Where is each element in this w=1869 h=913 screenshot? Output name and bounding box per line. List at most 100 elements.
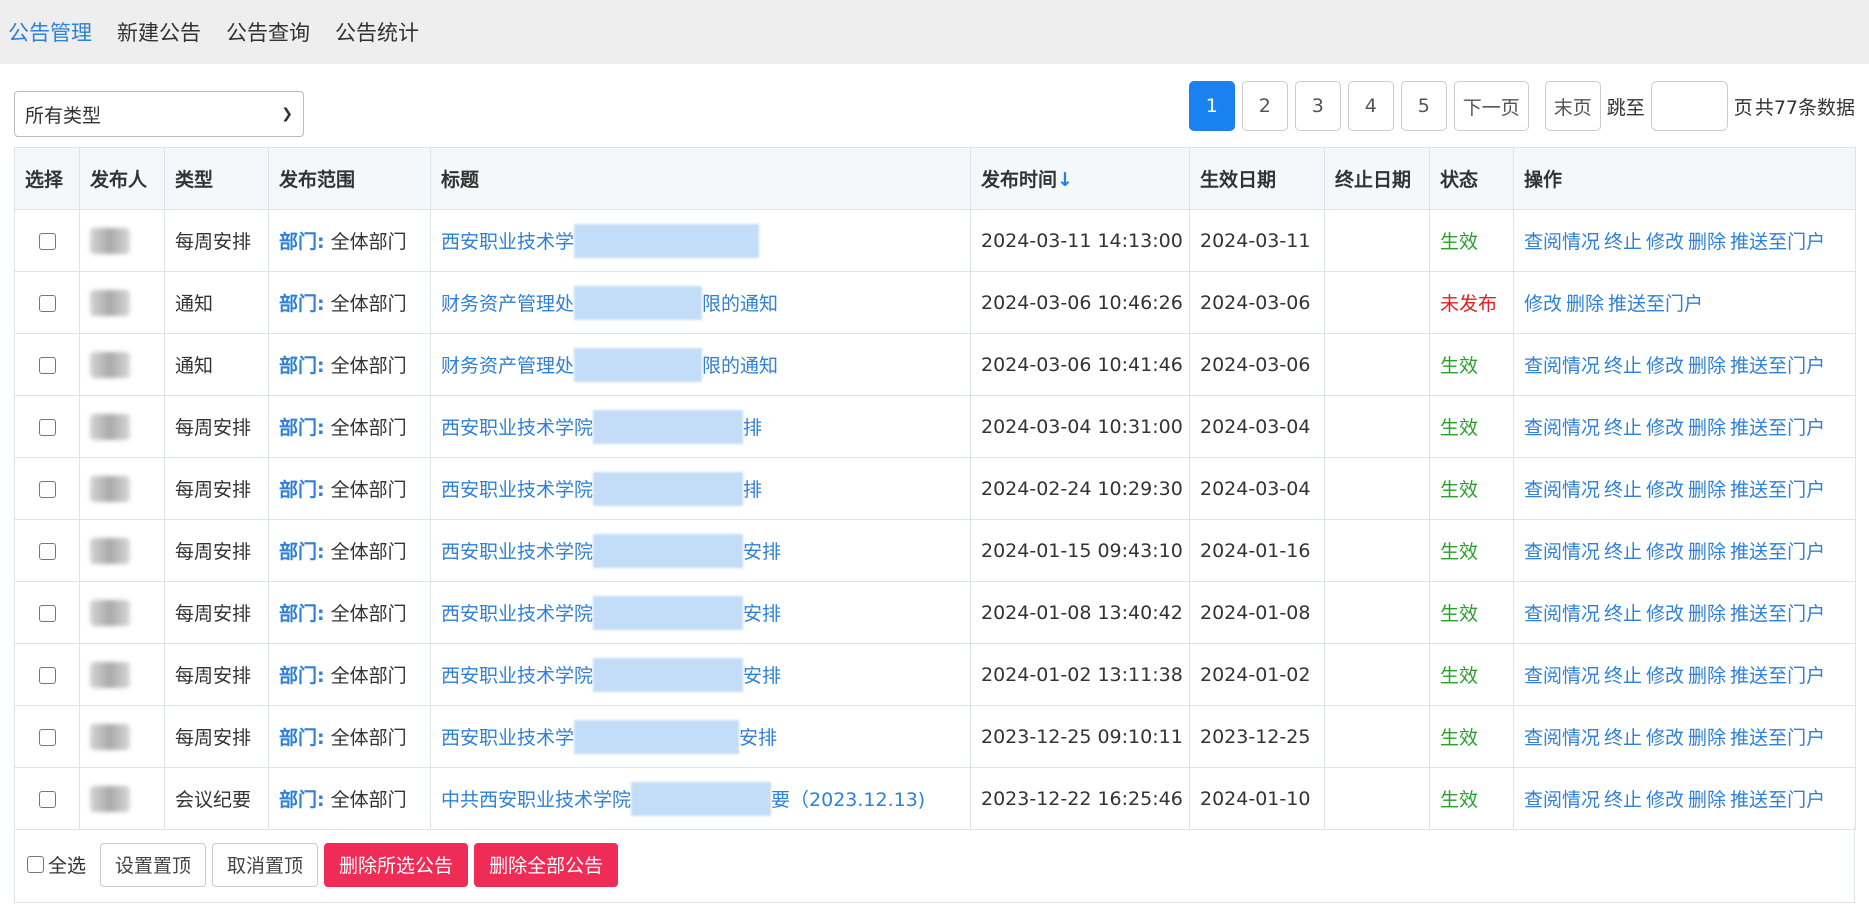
title-prefix[interactable]: 中共西安职业技术学院	[441, 789, 631, 811]
row-action-link[interactable]: 修改	[1646, 603, 1684, 625]
row-action-link[interactable]: 终止	[1604, 479, 1642, 501]
nav-new-announcement[interactable]: 新建公告	[117, 17, 201, 47]
title-cell[interactable]: 财务资产管理处 限的通知	[430, 271, 971, 334]
nav-announcement-stats[interactable]: 公告统计	[335, 17, 419, 47]
row-action-link[interactable]: 删除	[1688, 355, 1726, 377]
row-checkbox[interactable]	[38, 294, 56, 312]
row-checkbox[interactable]	[38, 666, 56, 684]
title-prefix[interactable]: 西安职业技术学院	[441, 541, 593, 563]
page-1-button[interactable]: 1	[1188, 81, 1235, 131]
title-prefix[interactable]: 财务资产管理处	[441, 355, 574, 377]
page-5-button[interactable]: 5	[1400, 81, 1447, 131]
row-action-link[interactable]: 删除	[1688, 231, 1726, 253]
title-suffix[interactable]: 安排	[743, 603, 781, 625]
row-action-link[interactable]: 终止	[1604, 789, 1642, 811]
row-checkbox[interactable]	[38, 728, 56, 746]
title-prefix[interactable]: 西安职业技术学院	[441, 417, 593, 439]
row-action-link[interactable]: 查阅情况	[1524, 355, 1600, 377]
row-action-link[interactable]: 推送至门户	[1730, 603, 1825, 625]
title-prefix[interactable]: 财务资产管理处	[441, 293, 574, 315]
nav-announcement-query[interactable]: 公告查询	[226, 17, 310, 47]
row-action-link[interactable]: 删除	[1688, 665, 1726, 687]
row-action-link[interactable]: 修改	[1524, 293, 1562, 315]
title-cell[interactable]: 西安职业技术学院 排	[430, 395, 971, 458]
title-cell[interactable]: 西安职业技术学院 安排	[430, 581, 971, 644]
row-action-link[interactable]: 查阅情况	[1524, 665, 1600, 687]
title-suffix[interactable]: 安排	[739, 727, 777, 749]
title-cell[interactable]: 西安职业技术学院 排	[430, 457, 971, 520]
title-suffix[interactable]: 限的通知	[702, 355, 778, 377]
title-suffix[interactable]: 安排	[743, 541, 781, 563]
title-suffix[interactable]: 排	[743, 417, 762, 439]
title-suffix[interactable]: 排	[743, 479, 762, 501]
title-cell[interactable]: 西安职业技术学	[430, 209, 971, 272]
row-action-link[interactable]: 推送至门户	[1730, 789, 1825, 811]
row-action-link[interactable]: 推送至门户	[1730, 541, 1825, 563]
row-action-link[interactable]: 推送至门户	[1730, 417, 1825, 439]
row-action-link[interactable]: 修改	[1646, 665, 1684, 687]
type-filter-select[interactable]: 所有类型 ❯	[14, 91, 304, 137]
row-action-link[interactable]: 删除	[1688, 789, 1726, 811]
cancel-top-button[interactable]: 取消置顶	[212, 842, 319, 887]
row-action-link[interactable]: 修改	[1646, 355, 1684, 377]
row-action-link[interactable]: 推送至门户	[1730, 231, 1825, 253]
row-action-link[interactable]: 删除	[1688, 541, 1726, 563]
header-publish-time[interactable]: 发布时间↓	[970, 147, 1190, 210]
set-top-button[interactable]: 设置置顶	[100, 842, 207, 887]
title-prefix[interactable]: 西安职业技术学	[441, 231, 574, 253]
row-action-link[interactable]: 修改	[1646, 417, 1684, 439]
row-action-link[interactable]: 终止	[1604, 355, 1642, 377]
title-cell[interactable]: 西安职业技术学 安排	[430, 705, 971, 768]
title-cell[interactable]: 西安职业技术学院 安排	[430, 519, 971, 582]
row-action-link[interactable]: 查阅情况	[1524, 727, 1600, 749]
page-3-button[interactable]: 3	[1294, 81, 1341, 131]
title-cell[interactable]: 中共西安职业技术学院 要（2023.12.13)	[430, 767, 971, 830]
row-action-link[interactable]: 终止	[1604, 603, 1642, 625]
row-action-link[interactable]: 查阅情况	[1524, 417, 1600, 439]
row-action-link[interactable]: 修改	[1646, 479, 1684, 501]
jump-page-input[interactable]	[1650, 81, 1728, 131]
last-page-button[interactable]: 末页	[1544, 81, 1601, 131]
row-checkbox[interactable]	[38, 356, 56, 374]
title-prefix[interactable]: 西安职业技术学院	[441, 479, 593, 501]
title-suffix[interactable]: 要（2023.12.13)	[771, 789, 925, 811]
page-4-button[interactable]: 4	[1347, 81, 1394, 131]
row-action-link[interactable]: 删除	[1688, 479, 1726, 501]
row-action-link[interactable]: 查阅情况	[1524, 541, 1600, 563]
row-checkbox[interactable]	[38, 790, 56, 808]
row-action-link[interactable]: 修改	[1646, 541, 1684, 563]
row-action-link[interactable]: 终止	[1604, 727, 1642, 749]
row-action-link[interactable]: 删除	[1688, 727, 1726, 749]
row-action-link[interactable]: 查阅情况	[1524, 231, 1600, 253]
row-action-link[interactable]: 删除	[1566, 293, 1604, 315]
row-action-link[interactable]: 修改	[1646, 727, 1684, 749]
row-action-link[interactable]: 修改	[1646, 231, 1684, 253]
row-action-link[interactable]: 查阅情况	[1524, 479, 1600, 501]
title-suffix[interactable]: 限的通知	[702, 293, 778, 315]
title-prefix[interactable]: 西安职业技术学院	[441, 603, 593, 625]
row-checkbox[interactable]	[38, 604, 56, 622]
row-action-link[interactable]: 修改	[1646, 789, 1684, 811]
row-action-link[interactable]: 终止	[1604, 665, 1642, 687]
row-action-link[interactable]: 终止	[1604, 541, 1642, 563]
row-checkbox[interactable]	[38, 418, 56, 436]
title-suffix[interactable]: 安排	[743, 665, 781, 687]
title-prefix[interactable]: 西安职业技术学院	[441, 665, 593, 687]
row-action-link[interactable]: 终止	[1604, 231, 1642, 253]
row-checkbox[interactable]	[38, 480, 56, 498]
row-action-link[interactable]: 删除	[1688, 603, 1726, 625]
row-action-link[interactable]: 推送至门户	[1730, 479, 1825, 501]
row-action-link[interactable]: 查阅情况	[1524, 603, 1600, 625]
next-page-button[interactable]: 下一页	[1453, 81, 1529, 131]
row-action-link[interactable]: 推送至门户	[1730, 355, 1825, 377]
title-prefix[interactable]: 西安职业技术学	[441, 727, 574, 749]
row-action-link[interactable]: 推送至门户	[1730, 665, 1825, 687]
row-action-link[interactable]: 终止	[1604, 417, 1642, 439]
row-action-link[interactable]: 查阅情况	[1524, 789, 1600, 811]
row-action-link[interactable]: 推送至门户	[1608, 293, 1703, 315]
row-action-link[interactable]: 推送至门户	[1730, 727, 1825, 749]
page-2-button[interactable]: 2	[1241, 81, 1288, 131]
row-checkbox[interactable]	[38, 232, 56, 250]
title-cell[interactable]: 财务资产管理处 限的通知	[430, 333, 971, 396]
nav-announcement-manage[interactable]: 公告管理	[8, 17, 92, 47]
